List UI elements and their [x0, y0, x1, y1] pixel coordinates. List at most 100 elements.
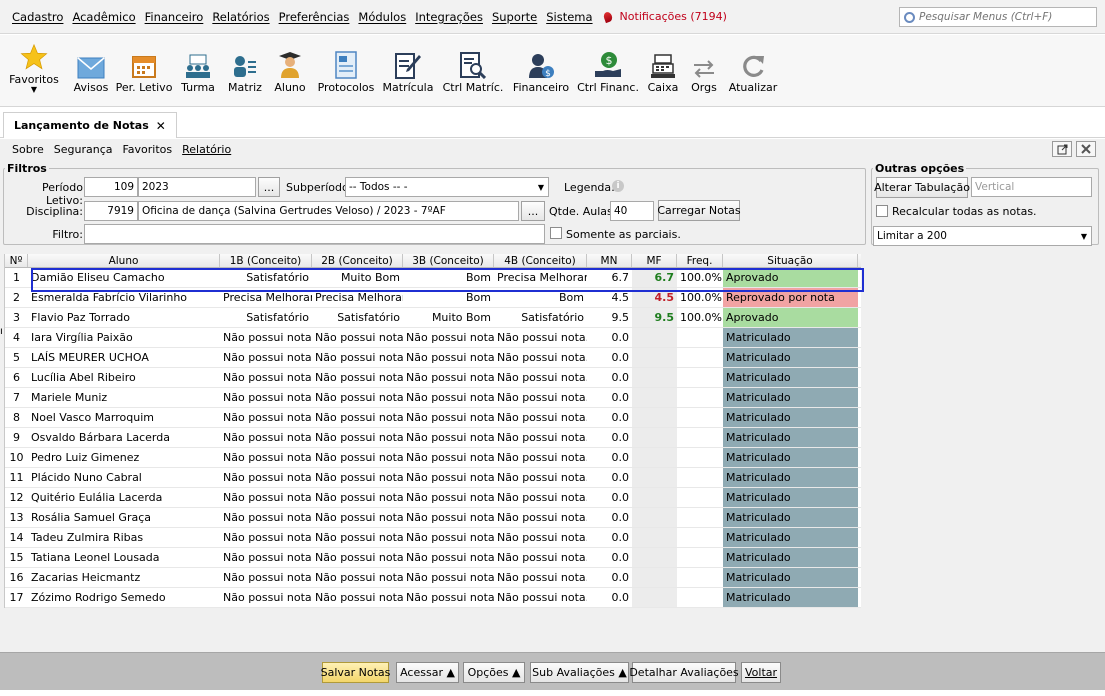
toolbar-ctrl-matric[interactable]: Ctrl Matríc.: [442, 35, 504, 107]
toolbar-atualizar[interactable]: Atualizar: [728, 35, 778, 107]
cell-4b[interactable]: Não possui nota.: [494, 488, 587, 507]
cell-mn[interactable]: 0.0: [587, 388, 632, 407]
cell-situacao[interactable]: Matriculado: [723, 488, 858, 507]
cell-1b[interactable]: Não possui nota.: [220, 388, 312, 407]
col-numero[interactable]: Nº: [5, 254, 28, 267]
disciplina-lookup-button[interactable]: ...: [521, 201, 545, 221]
cell-2b[interactable]: Muito Bom: [312, 268, 403, 287]
cell-mn[interactable]: 0.0: [587, 408, 632, 427]
col-1b[interactable]: 1B (Conceito): [220, 254, 312, 267]
cell-situacao[interactable]: Matriculado: [723, 508, 858, 527]
cell-freq[interactable]: [677, 548, 723, 567]
submenu-seguranca[interactable]: Segurança: [54, 143, 113, 156]
table-row[interactable]: 6 Lucília Abel Ribeiro Não possui nota. Não…: [5, 368, 861, 388]
cell-aluno[interactable]: Mariele Muniz: [28, 388, 220, 407]
cell-mn[interactable]: 0.0: [587, 508, 632, 527]
table-row[interactable]: 16 Zacarias Heicmantz Não possui nota. Não …: [5, 568, 861, 588]
cell-situacao[interactable]: Matriculado: [723, 528, 858, 547]
cell-2b[interactable]: Não possui nota.: [312, 428, 403, 447]
menu-preferencias[interactable]: Preferências: [279, 10, 350, 24]
cell-2b[interactable]: Não possui nota.: [312, 568, 403, 587]
salvar-notas-button[interactable]: Salvar Notas: [321, 662, 390, 683]
cell-freq[interactable]: 100.0%: [677, 288, 723, 307]
cell-mf[interactable]: [632, 568, 677, 587]
cell-2b[interactable]: Não possui nota.: [312, 588, 403, 607]
cell-freq[interactable]: [677, 528, 723, 547]
cell-3b[interactable]: Não possui nota.: [403, 468, 494, 487]
cell-1b[interactable]: Não possui nota.: [220, 528, 312, 547]
cell-3b[interactable]: Não possui nota.: [403, 448, 494, 467]
cell-freq[interactable]: [677, 368, 723, 387]
cell-3b[interactable]: Não possui nota.: [403, 548, 494, 567]
cell-mf[interactable]: [632, 348, 677, 367]
cell-3b[interactable]: Não possui nota.: [403, 328, 494, 347]
cell-3b[interactable]: Muito Bom: [403, 308, 494, 327]
cell-numero[interactable]: 7: [5, 388, 28, 407]
cell-numero[interactable]: 1: [5, 268, 28, 287]
cell-3b[interactable]: Não possui nota.: [403, 568, 494, 587]
cell-mf[interactable]: [632, 408, 677, 427]
toolbar-matricula[interactable]: Matrícula: [383, 35, 433, 107]
cell-numero[interactable]: 8: [5, 408, 28, 427]
cell-4b[interactable]: Bom: [494, 288, 587, 307]
cell-mf[interactable]: [632, 508, 677, 527]
cell-numero[interactable]: 15: [5, 548, 28, 567]
cell-numero[interactable]: 12: [5, 488, 28, 507]
toolbar-avisos[interactable]: Avisos: [72, 35, 110, 107]
toolbar-per-letivo[interactable]: Per. Letivo: [116, 35, 172, 107]
col-4b[interactable]: 4B (Conceito): [494, 254, 587, 267]
cell-mn[interactable]: 0.0: [587, 488, 632, 507]
cell-mf[interactable]: [632, 388, 677, 407]
info-icon[interactable]: i: [612, 180, 624, 192]
opcoes-button[interactable]: Opções ▲: [463, 662, 525, 683]
limitar-select[interactable]: Limitar a 200 ▼: [873, 226, 1092, 246]
cell-2b[interactable]: Não possui nota.: [312, 328, 403, 347]
acessar-button[interactable]: Acessar ▲: [396, 662, 459, 683]
cell-2b[interactable]: Precisa Melhorar: [312, 288, 403, 307]
cell-numero[interactable]: 14: [5, 528, 28, 547]
cell-mf[interactable]: [632, 528, 677, 547]
cell-situacao[interactable]: Matriculado: [723, 368, 858, 387]
table-row[interactable]: 17 Zózimo Rodrigo Semedo Não possui nota. N…: [5, 588, 861, 608]
submenu-sobre[interactable]: Sobre: [12, 143, 44, 156]
cell-mn[interactable]: 0.0: [587, 428, 632, 447]
cell-aluno[interactable]: Zacarias Heicmantz: [28, 568, 220, 587]
cell-situacao[interactable]: Matriculado: [723, 448, 858, 467]
cell-aluno[interactable]: Esmeralda Fabrício Vilarinho: [28, 288, 220, 307]
close-window-icon[interactable]: [1076, 141, 1096, 157]
cell-freq[interactable]: [677, 588, 723, 607]
cell-numero[interactable]: 3: [5, 308, 28, 327]
cell-3b[interactable]: Não possui nota.: [403, 368, 494, 387]
col-mf[interactable]: MF: [632, 254, 677, 267]
cell-4b[interactable]: Não possui nota.: [494, 408, 587, 427]
cell-3b[interactable]: Não possui nota.: [403, 488, 494, 507]
cell-mn[interactable]: 0.0: [587, 588, 632, 607]
cell-1b[interactable]: Não possui nota.: [220, 568, 312, 587]
toolbar-matriz[interactable]: Matriz: [226, 35, 264, 107]
table-row[interactable]: 15 Tatiana Leonel Lousada Não possui nota.…: [5, 548, 861, 568]
cell-mn[interactable]: 9.5: [587, 308, 632, 327]
cell-3b[interactable]: Não possui nota.: [403, 508, 494, 527]
cell-mn[interactable]: 0.0: [587, 448, 632, 467]
sub-avaliacoes-button[interactable]: Sub Avaliações ▲: [530, 662, 629, 683]
menu-suporte[interactable]: Suporte: [492, 10, 537, 24]
cell-mn[interactable]: 0.0: [587, 528, 632, 547]
close-icon[interactable]: ✕: [156, 119, 166, 133]
cell-4b[interactable]: Não possui nota.: [494, 388, 587, 407]
toolbar-orgs[interactable]: Orgs: [688, 35, 720, 107]
cell-1b[interactable]: Não possui nota.: [220, 348, 312, 367]
cell-mf[interactable]: 4.5: [632, 288, 677, 307]
carregar-notas-button[interactable]: Carregar Notas: [657, 200, 741, 221]
detach-window-icon[interactable]: [1052, 141, 1072, 157]
cell-1b[interactable]: Não possui nota.: [220, 588, 312, 607]
col-2b[interactable]: 2B (Conceito): [312, 254, 403, 267]
cell-2b[interactable]: Não possui nota.: [312, 508, 403, 527]
cell-numero[interactable]: 16: [5, 568, 28, 587]
col-aluno[interactable]: Aluno: [28, 254, 220, 267]
cell-situacao[interactable]: Matriculado: [723, 408, 858, 427]
cell-freq[interactable]: [677, 328, 723, 347]
cell-numero[interactable]: 9: [5, 428, 28, 447]
cell-4b[interactable]: Não possui nota.: [494, 428, 587, 447]
toolbar-protocolos[interactable]: Protocolos: [316, 35, 376, 107]
menu-integracoes[interactable]: Integrações: [415, 10, 483, 24]
